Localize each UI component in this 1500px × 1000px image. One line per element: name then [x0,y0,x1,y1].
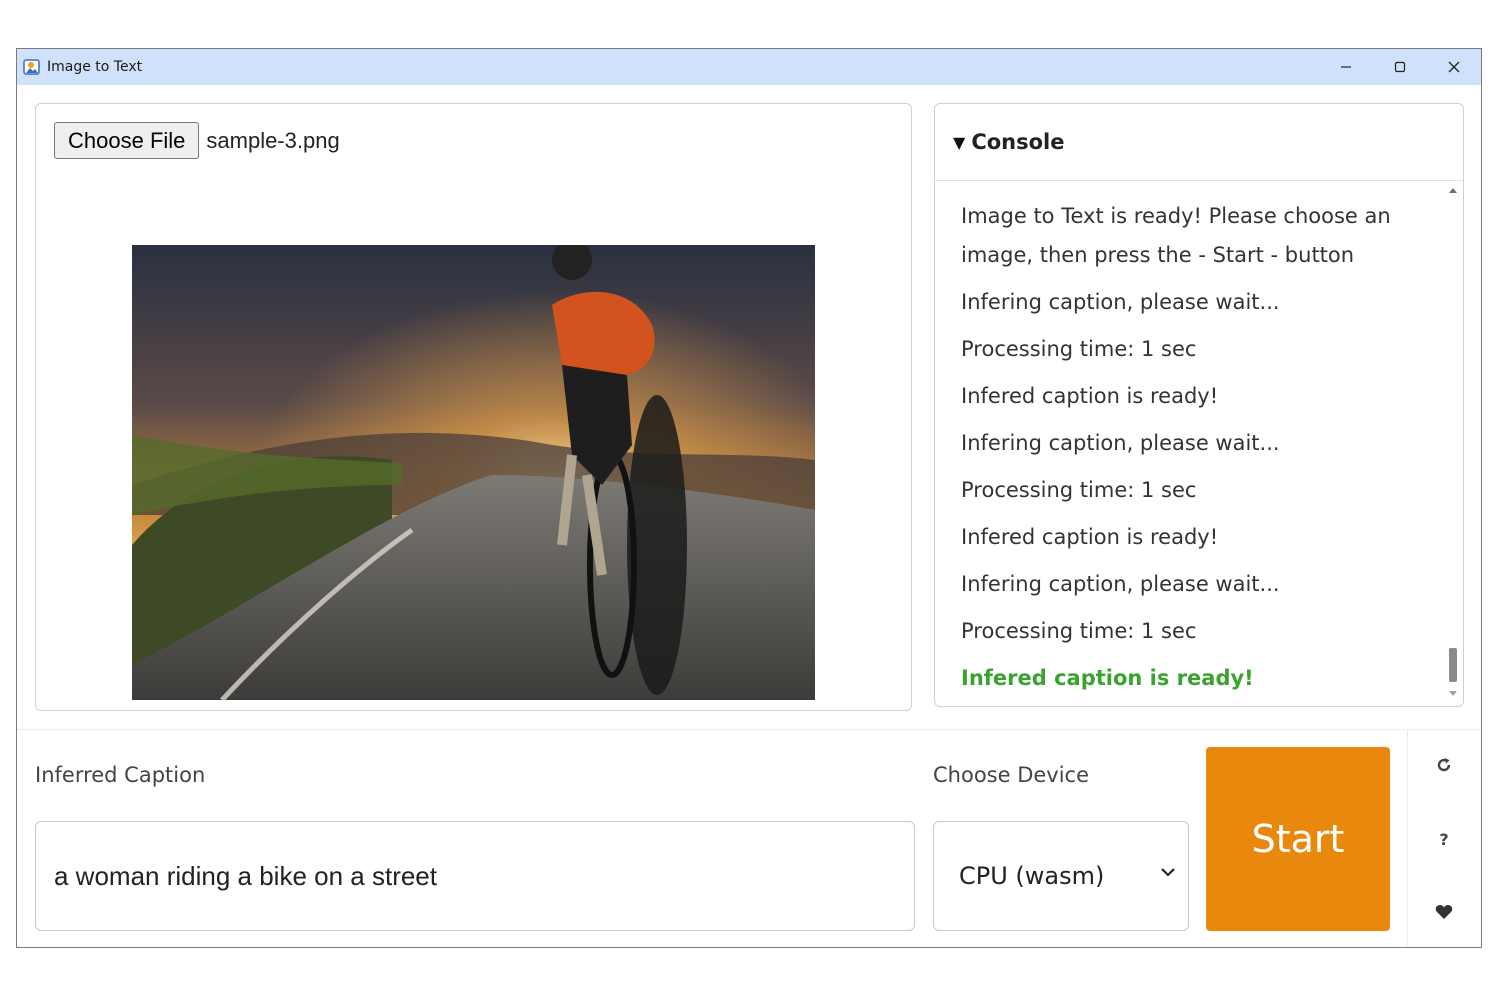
log-line-success: Infered caption is ready! [961,666,1254,690]
console-log: Image to Text is ready! Please choose an… [935,181,1443,706]
heart-icon[interactable] [1432,900,1456,924]
image-panel: Choose File sample-3.png [35,103,912,711]
maximize-icon [1394,61,1406,73]
device-selected-value: CPU (wasm) [959,862,1105,890]
refresh-icon[interactable] [1432,753,1456,777]
start-button[interactable]: Start [1206,747,1390,931]
device-select[interactable]: CPU (wasm) [933,821,1189,931]
window-title: Image to Text [47,59,143,75]
title-bar: Image to Text [17,49,1481,85]
side-rail-divider [1407,729,1408,947]
minimize-icon [1341,66,1351,68]
device-label: Choose Device [933,763,1090,787]
log-line: Infered caption is ready! [961,525,1219,549]
close-button[interactable] [1427,49,1481,85]
image-preview [132,245,815,700]
console-panel: ▼ Console Image to Text is ready! Please… [934,103,1464,707]
log-line: Processing time: 1 sec [961,478,1197,502]
chevron-down-icon [1161,868,1175,877]
app-window: Image to Text Choose File sample-3.png ▼… [16,48,1482,948]
log-line: Processing time: 1 sec [961,337,1197,361]
caption-output[interactable]: a woman riding a bike on a street [35,821,915,931]
log-line: Infering caption, please wait... [961,572,1280,596]
help-icon[interactable]: ? [1432,827,1456,851]
log-line: Image to Text is ready! Please choose an… [961,204,1391,267]
selected-file-name: sample-3.png [206,127,340,153]
scroll-thumb[interactable] [1449,648,1457,682]
triangle-down-icon: ▼ [953,132,966,152]
console-toggle[interactable]: ▼ Console [935,104,1463,181]
file-input: Choose File sample-3.png [54,122,340,159]
log-line: Processing time: 1 sec [961,619,1197,643]
scroll-up-icon[interactable] [1449,188,1457,193]
console-scrollbar[interactable] [1445,181,1461,702]
app-icon [23,58,41,76]
caption-label: Inferred Caption [35,763,206,787]
log-line: Infering caption, please wait... [961,431,1280,455]
close-icon [1448,61,1460,73]
window-controls [1319,49,1481,85]
maximize-button[interactable] [1373,49,1427,85]
log-line: Infering caption, please wait... [961,290,1280,314]
log-line: Infered caption is ready! [961,384,1219,408]
console-title: Console [971,130,1065,154]
choose-file-button[interactable]: Choose File [54,122,200,159]
scroll-down-icon[interactable] [1449,691,1457,696]
minimize-button[interactable] [1319,49,1373,85]
section-divider [17,729,1481,730]
